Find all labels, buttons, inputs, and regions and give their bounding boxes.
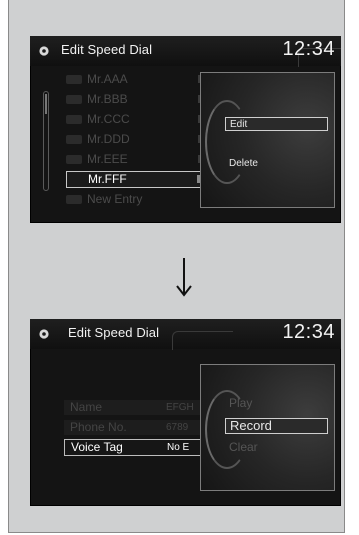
options-popup: Edit Delete xyxy=(200,72,335,208)
entry-label: Mr.AAA xyxy=(87,72,128,86)
entry-icon xyxy=(66,155,82,164)
entry-icon xyxy=(66,75,82,84)
entry-icon xyxy=(67,175,83,184)
speed-dial-entry[interactable]: Mr.AAA xyxy=(66,72,202,87)
clock: 12:34 xyxy=(282,38,335,60)
scrollbar-thumb[interactable] xyxy=(45,94,47,114)
speed-dial-entry-new[interactable]: New Entry xyxy=(66,192,202,207)
play-option[interactable]: Play xyxy=(225,396,328,410)
clear-option[interactable]: Clear xyxy=(225,440,328,454)
speed-dial-entry[interactable]: Mr.EEE xyxy=(66,152,202,167)
entry-icon xyxy=(66,115,82,124)
entry-label: Mr.DDD xyxy=(87,132,130,146)
name-value: EFGH xyxy=(166,402,194,413)
settings-gear-icon xyxy=(39,46,49,56)
entry-label: New Entry xyxy=(87,192,143,206)
entry-icon xyxy=(66,95,82,104)
phone-number-value: 6789 xyxy=(166,422,189,433)
settings-gear-icon xyxy=(39,329,49,339)
speed-dial-entry-selected[interactable]: Mr.FFF xyxy=(66,171,202,188)
entry-label: Mr.EEE xyxy=(87,152,128,166)
clock: 12:34 xyxy=(282,321,335,343)
list-scrollbar[interactable] xyxy=(43,91,49,191)
record-option[interactable]: Record xyxy=(225,418,328,434)
voice-tag-value: No E xyxy=(167,442,190,453)
phone-number-label: Phone No. xyxy=(70,420,127,434)
entry-icon xyxy=(66,195,82,204)
edit-speed-dial-screen-list: Edit Speed Dial 12:34 Mr.AAA Mr.BBB Mr.C… xyxy=(30,36,341,223)
entry-label: Mr.CCC xyxy=(87,112,130,126)
edit-speed-dial-screen-detail: Edit Speed Dial 12:34 Name EFGH Phone No… xyxy=(30,319,341,506)
edit-option[interactable]: Edit xyxy=(225,117,328,131)
speed-dial-entry[interactable]: Mr.CCC xyxy=(66,112,202,127)
entry-icon xyxy=(66,135,82,144)
title-bar: Edit Speed Dial 12:34 xyxy=(30,36,341,67)
voice-tag-options-popup: Play Record Clear xyxy=(200,364,335,491)
entry-label: Mr.FFF xyxy=(88,172,127,186)
title-tab xyxy=(172,331,233,350)
entry-label: Mr.BBB xyxy=(87,92,128,106)
speed-dial-entry[interactable]: Mr.BBB xyxy=(66,92,202,107)
dial-arc-decoration xyxy=(205,99,249,185)
title-bar: Edit Speed Dial 12:34 xyxy=(30,319,341,350)
screen-title: Edit Speed Dial xyxy=(61,42,153,57)
screen-title: Edit Speed Dial xyxy=(68,325,160,340)
speed-dial-entry[interactable]: Mr.DDD xyxy=(66,132,202,147)
name-label: Name xyxy=(70,400,103,414)
arrow-down-icon xyxy=(176,258,192,297)
voice-tag-label: Voice Tag xyxy=(71,440,123,454)
delete-option[interactable]: Delete xyxy=(225,157,328,171)
